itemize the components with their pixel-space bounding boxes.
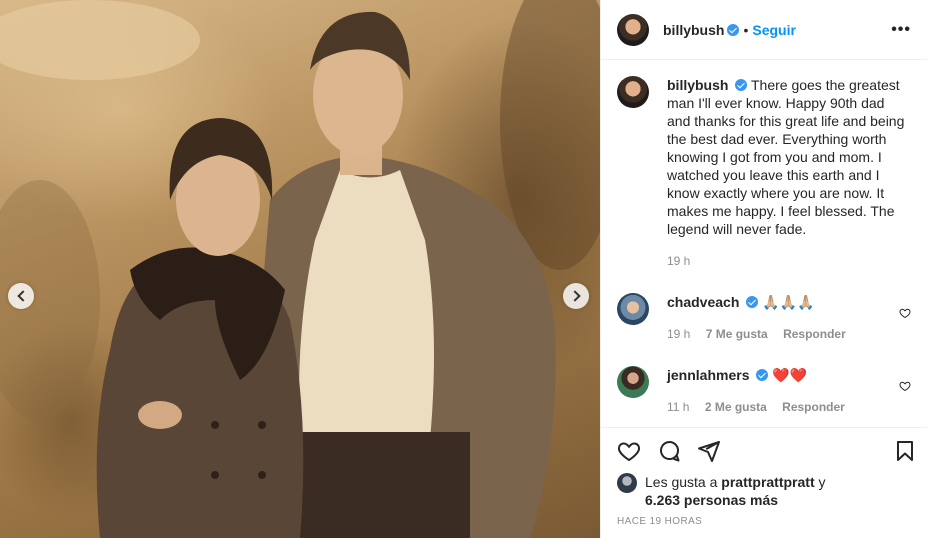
post-sidebar: billybush • Seguir ••• billybush There g… [600, 0, 927, 538]
avatar[interactable] [617, 76, 649, 108]
likes-prefix: Les gusta a [645, 474, 718, 490]
list-item: chadveach 🙏🏼🙏🏼🙏🏼 19 h 7 Me gusta Respond… [617, 293, 911, 343]
avatar[interactable] [617, 13, 649, 46]
caption-time[interactable]: 19 h [667, 252, 911, 270]
comment-meta: 19 h 7 Me gusta Responder [667, 325, 899, 343]
likes-summary: Les gusta a prattprattpratt y 6.263 pers… [617, 473, 911, 509]
caption-username[interactable]: billybush [667, 77, 728, 93]
header-username[interactable]: billybush [663, 22, 724, 38]
comment-meta: 11 h 2 Me gusta Responder [667, 398, 899, 416]
likes-others[interactable]: 6.263 personas más [645, 492, 778, 508]
caption-text: There goes the greatest man I'll ever kn… [667, 77, 905, 237]
share-icon[interactable] [697, 439, 721, 463]
comment-likes[interactable]: 7 Me gusta [706, 327, 768, 341]
more-options-icon[interactable]: ••• [891, 21, 911, 39]
chevron-right-icon[interactable] [563, 283, 589, 309]
action-bar [617, 437, 917, 465]
reply-button[interactable]: Responder [782, 400, 845, 414]
heart-icon[interactable] [617, 439, 641, 463]
post-photo [0, 0, 600, 538]
photo-illustration [0, 0, 600, 538]
bookmark-icon[interactable] [893, 439, 917, 463]
separator-dot: • [743, 21, 749, 38]
verified-icon [735, 79, 748, 91]
comment-icon[interactable] [657, 439, 681, 463]
heart-icon[interactable] [899, 380, 911, 392]
chevron-left-icon[interactable] [8, 283, 34, 309]
heart-icon[interactable] [899, 307, 911, 319]
list-item: jennlahmers ❤️❤️ 11 h 2 Me gusta Respond… [617, 366, 911, 416]
reply-button[interactable]: Responder [783, 327, 846, 341]
comment-text: ❤️❤️ [772, 367, 808, 383]
avatar[interactable] [617, 473, 637, 493]
comment-username[interactable]: jennlahmers [667, 367, 749, 383]
avatar[interactable] [617, 366, 649, 398]
comments-list[interactable]: billybush There goes the greatest man I'… [601, 60, 927, 428]
follow-button[interactable]: Seguir [752, 22, 796, 38]
comment-time[interactable]: 19 h [667, 327, 690, 341]
likes-join: y [818, 474, 826, 490]
comment-text: 🙏🏼🙏🏼🙏🏼 [762, 294, 815, 310]
caption-row: billybush There goes the greatest man I'… [617, 76, 911, 270]
avatar[interactable] [617, 293, 649, 325]
comment-likes[interactable]: 2 Me gusta [705, 400, 767, 414]
likes-user[interactable]: prattprattpratt [721, 474, 814, 490]
verified-icon [756, 369, 769, 381]
verified-icon [746, 296, 759, 308]
post-header: billybush • Seguir ••• [601, 0, 927, 60]
comment-time[interactable]: 11 h [667, 400, 689, 414]
post-timestamp[interactable]: Hace 19 horas [617, 516, 702, 527]
comment-username[interactable]: chadveach [667, 294, 739, 310]
verified-icon [727, 23, 740, 36]
